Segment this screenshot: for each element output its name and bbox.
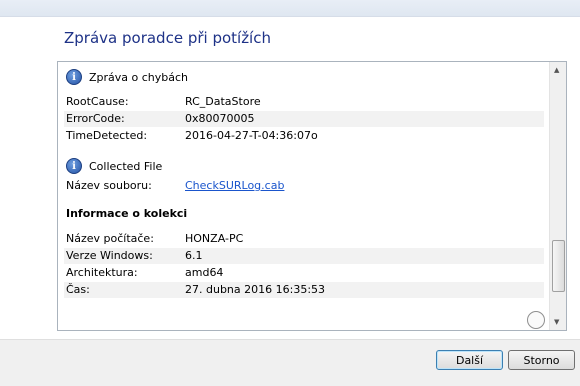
row-value: 6.1 <box>185 249 203 262</box>
scrollbar-thumb[interactable] <box>552 240 565 292</box>
row-value: HONZA-PC <box>185 232 244 245</box>
row-value: amd64 <box>185 266 224 279</box>
file-link[interactable]: CheckSURLog.cab <box>185 178 284 194</box>
button-bar: Další Storno <box>0 339 580 386</box>
table-row: Verze Windows: 6.1 <box>64 248 544 264</box>
scroll-down-icon[interactable]: ▼ <box>554 318 559 326</box>
section-error-header: i Zpráva o chybách <box>66 69 188 85</box>
vertical-scrollbar[interactable]: ▲ ▼ <box>549 62 566 330</box>
scroll-up-icon[interactable]: ▲ <box>554 66 559 74</box>
section-info-heading: Informace o kolekci <box>66 207 188 220</box>
table-row: Architektura: amd64 <box>64 265 544 281</box>
row-label: Architektura: <box>66 266 138 279</box>
info-icon: i <box>66 69 82 85</box>
window-title-bar <box>0 0 580 17</box>
row-value: 2016-04-27-T-04:36:07o <box>185 129 318 142</box>
table-row: Název počítače: HONZA-PC <box>64 231 544 247</box>
row-value: 0x80070005 <box>185 112 255 125</box>
section-error-heading: Zpráva o chybách <box>89 70 189 84</box>
row-value: RC_DataStore <box>185 95 261 108</box>
table-row: TimeDetected: 2016-04-27-T-04:36:07o <box>64 128 544 144</box>
row-label: RootCause: <box>66 95 129 108</box>
row-label: Název souboru: <box>66 179 152 192</box>
page-title: Zpráva poradce při potížích <box>64 29 271 47</box>
row-value: 27. dubna 2016 16:35:53 <box>185 283 326 296</box>
section-file-header: i Collected File <box>66 158 162 174</box>
table-row: Název souboru: CheckSURLog.cab <box>64 178 544 194</box>
table-row: RootCause: RC_DataStore <box>64 94 544 110</box>
row-label: ErrorCode: <box>66 112 125 125</box>
row-label: Čas: <box>66 283 90 296</box>
table-row: ErrorCode: 0x80070005 <box>64 111 544 127</box>
row-label: Verze Windows: <box>66 249 153 262</box>
cancel-button[interactable]: Storno <box>508 350 575 370</box>
section-file-heading: Collected File <box>89 159 163 173</box>
table-row: Čas: 27. dubna 2016 16:35:53 <box>64 282 544 298</box>
next-button[interactable]: Další <box>436 350 503 370</box>
row-label: TimeDetected: <box>66 129 148 142</box>
info-icon: i <box>66 158 82 174</box>
expand-circle-icon[interactable] <box>527 311 545 329</box>
report-panel: i Zpráva o chybách RootCause: RC_DataSto… <box>57 61 567 331</box>
row-label: Název počítače: <box>66 232 154 245</box>
